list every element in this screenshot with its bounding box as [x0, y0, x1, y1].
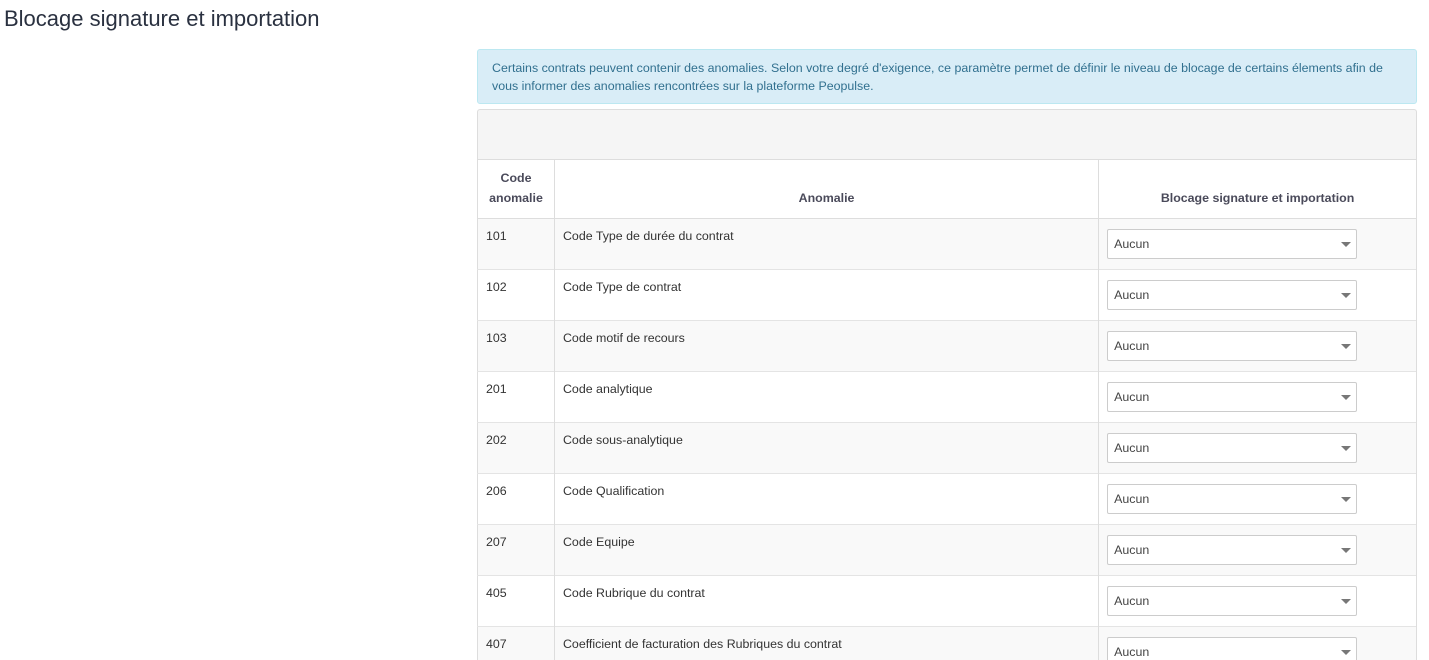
blocage-cell: Aucun	[1098, 473, 1417, 525]
blocage-cell: Aucun	[1098, 575, 1417, 627]
panel-toolbar	[477, 109, 1417, 159]
anomaly-label: Code analytique	[554, 371, 1100, 423]
table-row: 207 Code Equipe Aucun	[477, 524, 1417, 576]
blocage-select-value: Aucun	[1114, 390, 1150, 404]
table-row: 407 Coefficient de facturation des Rubriq…	[477, 626, 1417, 660]
blocage-select-value: Aucun	[1114, 339, 1150, 353]
anomaly-label: Coefficient de facturation des Rubriques…	[554, 626, 1100, 660]
anomaly-code: 407	[477, 626, 555, 660]
anomaly-code: 207	[477, 524, 555, 576]
blocage-select[interactable]: Aucun	[1107, 280, 1358, 310]
anomaly-label: Code Qualification	[554, 473, 1100, 525]
blocage-select[interactable]: Aucun	[1107, 535, 1358, 565]
page-title: Blocage signature et importation	[4, 6, 320, 31]
anomaly-code: 202	[477, 422, 555, 474]
table-row: 101 Code Type de durée du contrat Aucun	[477, 218, 1417, 270]
blocage-select[interactable]: Aucun	[1107, 433, 1358, 463]
chevron-down-icon	[1341, 650, 1352, 655]
anomaly-code: 102	[477, 269, 555, 321]
blocage-select-value: Aucun	[1114, 645, 1150, 659]
anomaly-label: Code Type de durée du contrat	[554, 218, 1100, 270]
table-header-row: Code anomalie Anomalie Blocage signature…	[477, 159, 1417, 219]
table-row: 202 Code sous-analytique Aucun	[477, 422, 1417, 474]
blocage-select-value: Aucun	[1114, 288, 1150, 302]
chevron-down-icon	[1341, 446, 1352, 451]
blocage-cell: Aucun	[1098, 422, 1417, 474]
anomaly-label: Code motif de recours	[554, 320, 1100, 372]
chevron-down-icon	[1341, 395, 1352, 400]
table-row: 201 Code analytique Aucun	[477, 371, 1417, 423]
chevron-down-icon	[1341, 599, 1352, 604]
anomaly-label: Code Rubrique du contrat	[554, 575, 1100, 627]
chevron-down-icon	[1341, 293, 1352, 298]
anomaly-settings-panel: Certains contrats peuvent contenir des a…	[477, 49, 1417, 660]
blocage-select[interactable]: Aucun	[1107, 484, 1358, 514]
table-body: 101 Code Type de durée du contrat Aucun 102…	[477, 218, 1417, 660]
chevron-down-icon	[1341, 242, 1352, 247]
blocage-cell: Aucun	[1098, 626, 1417, 660]
anomaly-label: Code Equipe	[554, 524, 1100, 576]
anomaly-code: 201	[477, 371, 555, 423]
chevron-down-icon	[1341, 344, 1352, 349]
anomaly-code: 101	[477, 218, 555, 270]
blocage-cell: Aucun	[1098, 269, 1417, 321]
table-row: 102 Code Type de contrat Aucun	[477, 269, 1417, 321]
chevron-down-icon	[1341, 548, 1352, 553]
header-blocage: Blocage signature et importation	[1098, 159, 1417, 219]
blocage-select-value: Aucun	[1114, 543, 1150, 557]
info-alert: Certains contrats peuvent contenir des a…	[477, 49, 1417, 104]
anomaly-label: Code Type de contrat	[554, 269, 1100, 321]
header-code-anomalie: Code anomalie	[477, 159, 555, 219]
table-row: 405 Code Rubrique du contrat Aucun	[477, 575, 1417, 627]
blocage-cell: Aucun	[1098, 371, 1417, 423]
blocage-cell: Aucun	[1098, 320, 1417, 372]
table-row: 206 Code Qualification Aucun	[477, 473, 1417, 525]
chevron-down-icon	[1341, 497, 1352, 502]
anomaly-code: 405	[477, 575, 555, 627]
blocage-select[interactable]: Aucun	[1107, 382, 1358, 412]
anomalies-table: Code anomalie Anomalie Blocage signature…	[477, 159, 1417, 660]
anomaly-code: 103	[477, 320, 555, 372]
blocage-select[interactable]: Aucun	[1107, 586, 1358, 616]
blocage-select[interactable]: Aucun	[1107, 229, 1358, 259]
header-anomalie: Anomalie	[554, 159, 1100, 219]
blocage-select-value: Aucun	[1114, 594, 1150, 608]
anomaly-code: 206	[477, 473, 555, 525]
blocage-cell: Aucun	[1098, 218, 1417, 270]
blocage-select-value: Aucun	[1114, 237, 1150, 251]
blocage-cell: Aucun	[1098, 524, 1417, 576]
blocage-select[interactable]: Aucun	[1107, 637, 1358, 660]
blocage-select[interactable]: Aucun	[1107, 331, 1358, 361]
anomaly-label: Code sous-analytique	[554, 422, 1100, 474]
table-row: 103 Code motif de recours Aucun	[477, 320, 1417, 372]
blocage-select-value: Aucun	[1114, 492, 1150, 506]
blocage-select-value: Aucun	[1114, 441, 1150, 455]
